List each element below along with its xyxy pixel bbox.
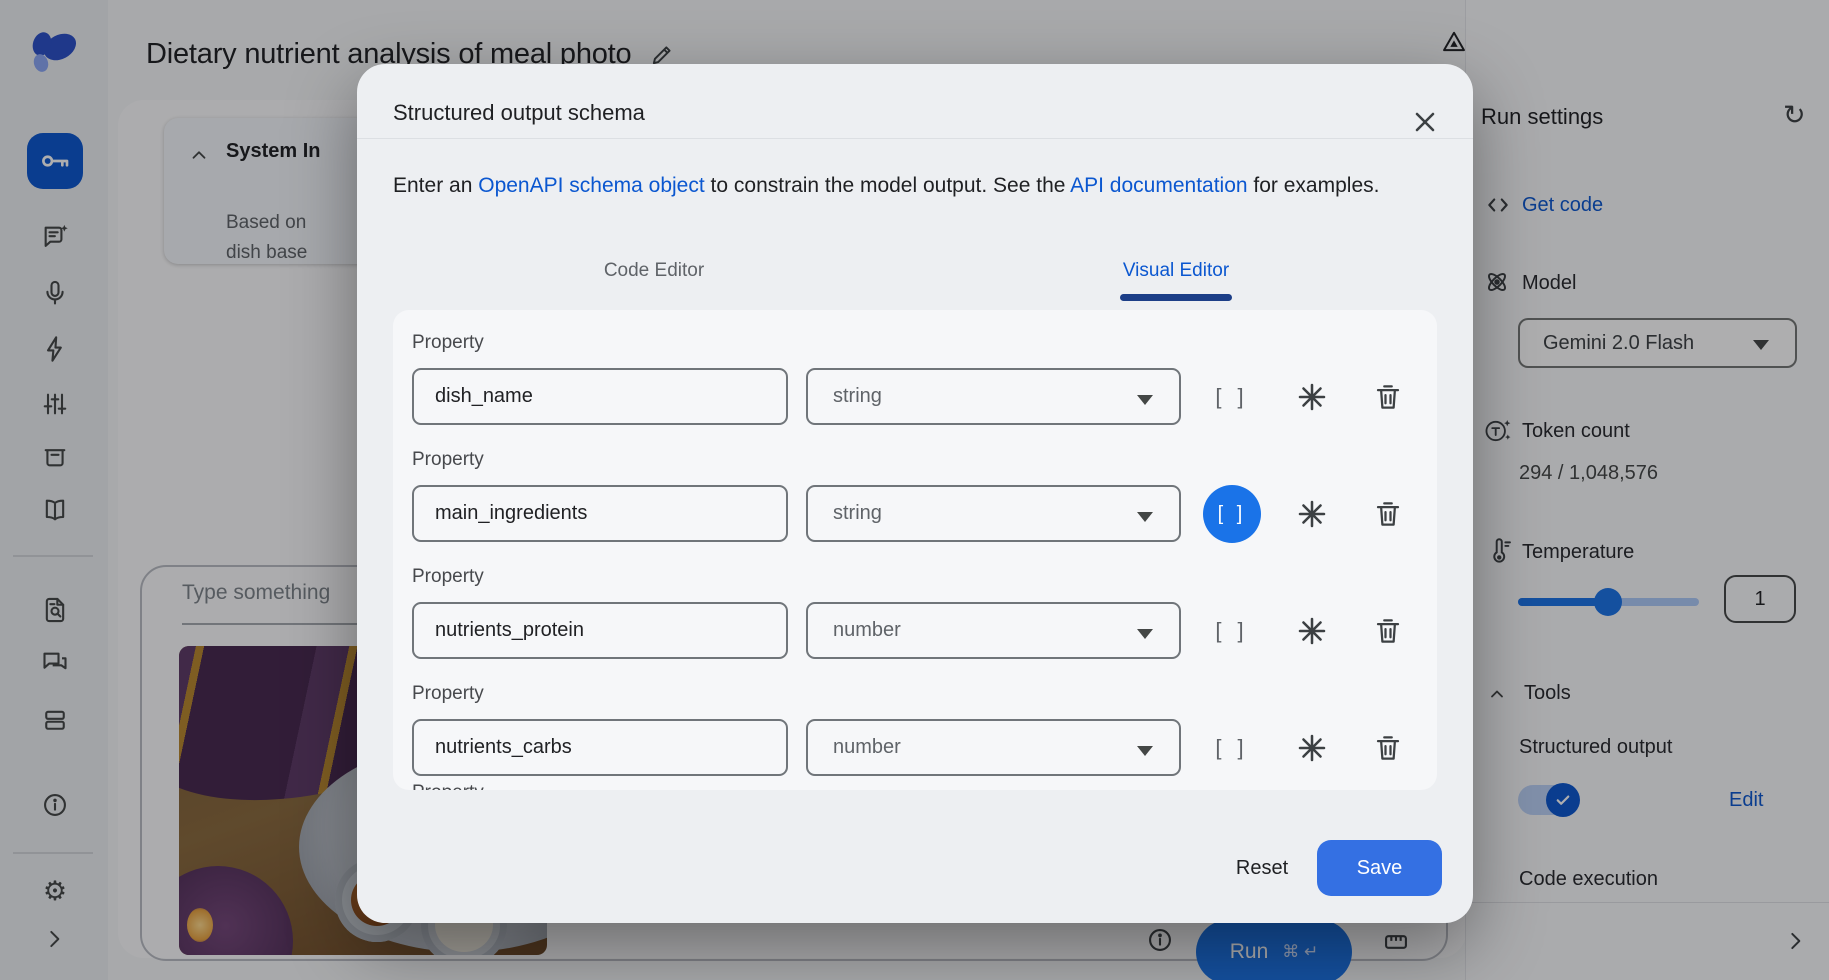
array-toggle-button-active[interactable]: [ ]	[1203, 485, 1261, 543]
required-toggle-button[interactable]	[1296, 381, 1328, 413]
dialog-header-divider	[357, 138, 1473, 139]
property-type-select[interactable]: number	[806, 719, 1181, 776]
property-type-select[interactable]: string	[806, 485, 1181, 542]
property-name-value: nutrients_carbs	[435, 736, 572, 759]
property-type-value: number	[833, 619, 901, 642]
structured-output-schema-dialog: Structured output schema Enter an OpenAP…	[357, 64, 1473, 923]
asterisk-icon	[1296, 498, 1328, 530]
required-toggle-button[interactable]	[1296, 732, 1328, 764]
app-window: ⚙ Dietary nutrient analysis of meal phot…	[0, 0, 1829, 980]
save-schema-button[interactable]: Save	[1317, 840, 1442, 896]
property-name-value: main_ingredients	[435, 502, 587, 525]
property-name-value: nutrients_protein	[435, 619, 584, 642]
description-text: to constrain the model output. See the	[705, 174, 1070, 197]
chevron-down-icon	[1137, 512, 1153, 522]
asterisk-icon	[1296, 615, 1328, 647]
property-name-input[interactable]: main_ingredients	[412, 485, 788, 542]
trash-icon	[1373, 732, 1403, 764]
trash-icon	[1373, 615, 1403, 647]
openapi-schema-link[interactable]: OpenAPI schema object	[478, 174, 704, 197]
property-name-input[interactable]: nutrients_carbs	[412, 719, 788, 776]
array-toggle-button[interactable]: [ ]	[1203, 602, 1261, 660]
description-text: for examples.	[1248, 174, 1380, 197]
close-dialog-button[interactable]	[1409, 106, 1441, 138]
tab-code-editor[interactable]: Code Editor	[393, 252, 915, 282]
api-documentation-link[interactable]: API documentation	[1070, 174, 1247, 197]
dialog-description: Enter an OpenAPI schema object to constr…	[393, 174, 1437, 198]
required-toggle-button[interactable]	[1296, 498, 1328, 530]
property-label: Property	[412, 332, 484, 354]
array-toggle-button[interactable]: [ ]	[1203, 719, 1261, 777]
array-toggle-button[interactable]: [ ]	[1203, 368, 1261, 426]
chevron-down-icon	[1137, 746, 1153, 756]
schema-properties-panel: Property dish_name string [ ] Property m…	[393, 310, 1437, 790]
property-type-select[interactable]: string	[806, 368, 1181, 425]
property-type-value: string	[833, 385, 882, 408]
active-tab-indicator	[1120, 294, 1232, 301]
chevron-down-icon	[1137, 395, 1153, 405]
editor-tabs: Code Editor Visual Editor	[393, 252, 1437, 282]
tab-visual-editor[interactable]: Visual Editor	[915, 252, 1437, 282]
property-name-input[interactable]: nutrients_protein	[412, 602, 788, 659]
description-text: Enter an	[393, 174, 478, 197]
asterisk-icon	[1296, 381, 1328, 413]
trash-icon	[1373, 498, 1403, 530]
dialog-title: Structured output schema	[393, 100, 645, 126]
asterisk-icon	[1296, 732, 1328, 764]
property-label: Property	[412, 566, 484, 588]
delete-property-button[interactable]	[1373, 498, 1405, 530]
trash-icon	[1373, 381, 1403, 413]
property-label: Property	[412, 449, 484, 471]
property-name-input[interactable]: dish_name	[412, 368, 788, 425]
property-type-select[interactable]: number	[806, 602, 1181, 659]
delete-property-button[interactable]	[1373, 732, 1405, 764]
delete-property-button[interactable]	[1373, 381, 1405, 413]
property-label: Property	[412, 683, 484, 705]
chevron-down-icon	[1137, 629, 1153, 639]
reset-schema-button[interactable]: Reset	[1207, 840, 1317, 896]
close-icon	[1409, 106, 1441, 138]
required-toggle-button[interactable]	[1296, 615, 1328, 647]
property-type-value: number	[833, 736, 901, 759]
delete-property-button[interactable]	[1373, 615, 1405, 647]
property-type-value: string	[833, 502, 882, 525]
property-name-value: dish_name	[435, 385, 533, 408]
property-label: Property	[412, 782, 484, 790]
